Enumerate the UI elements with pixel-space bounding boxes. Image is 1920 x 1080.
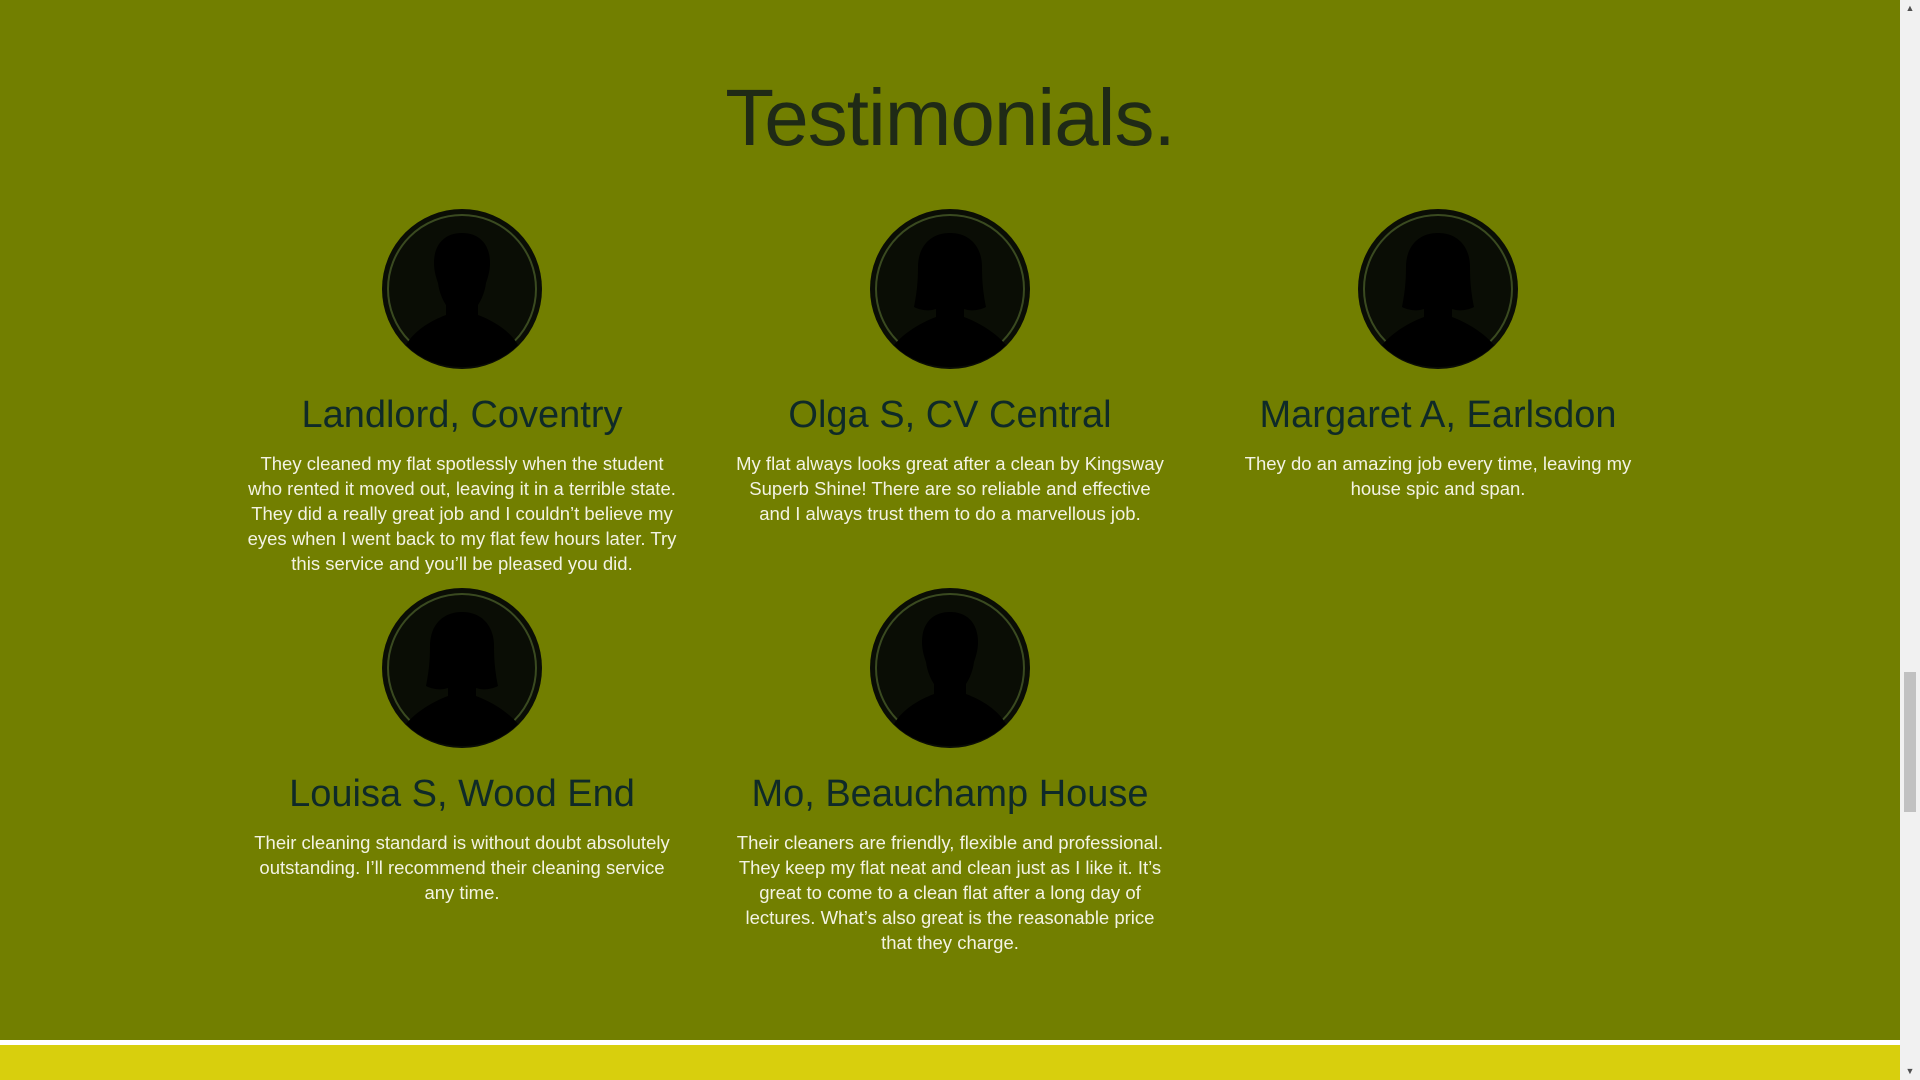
testimonial-card: Landlord, Coventry They cleaned my flat …	[242, 207, 682, 576]
female-avatar-icon	[870, 209, 1030, 369]
testimonial-name: Mo, Beauchamp House	[751, 773, 1149, 815]
testimonial-text: My flat always looks great after a clean…	[736, 453, 1164, 524]
testimonial-text: They do an amazing job every time, leavi…	[1244, 453, 1632, 499]
testimonial-text: Their cleaners are friendly, flexible an…	[736, 832, 1164, 953]
scroll-down-arrow-icon[interactable]: ▼	[1900, 1063, 1920, 1080]
testimonial-name: Landlord, Coventry	[301, 394, 623, 436]
male-avatar-icon	[870, 588, 1030, 748]
testimonial-text: They cleaned my flat spotlessly when the…	[247, 453, 677, 574]
section-title: Testimonials.	[725, 73, 1175, 162]
testimonial-card: Olga S, CV Central My flat always looks …	[730, 207, 1170, 526]
testimonial-card: Margaret A, Earlsdon They do an amazing …	[1218, 207, 1658, 501]
female-avatar-icon	[1358, 209, 1518, 369]
footer-band	[0, 1045, 1900, 1080]
testimonials-section: Testimonials. Landlord, Coventry They cl…	[0, 0, 1900, 1040]
page: Testimonials. Landlord, Coventry They cl…	[0, 0, 1920, 1080]
testimonial-card: Louisa S, Wood End Their cleaning standa…	[242, 586, 682, 905]
scroll-up-arrow-icon[interactable]: ▲	[1900, 0, 1920, 17]
scrollbar-thumb[interactable]	[1904, 672, 1916, 812]
testimonial-name: Margaret A, Earlsdon	[1259, 394, 1617, 436]
testimonial-name: Louisa S, Wood End	[289, 773, 635, 815]
testimonial-text: Their cleaning standard is without doubt…	[254, 832, 670, 903]
testimonial-card: Mo, Beauchamp House Their cleaners are f…	[730, 586, 1170, 955]
female-avatar-icon	[382, 588, 542, 748]
male-avatar-icon	[382, 209, 542, 369]
testimonial-name: Olga S, CV Central	[788, 394, 1112, 436]
vertical-scrollbar[interactable]: ▲ ▼	[1900, 0, 1920, 1080]
